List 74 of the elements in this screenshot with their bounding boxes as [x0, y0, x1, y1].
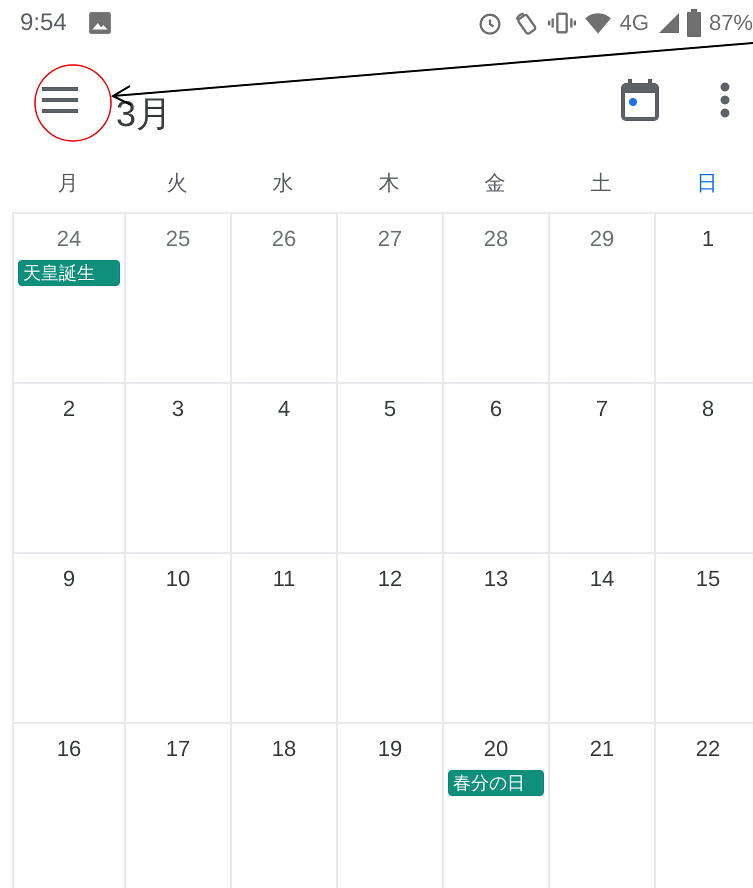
event-chip[interactable]: 天皇誕生: [18, 260, 120, 286]
day-number: 12: [378, 566, 402, 592]
day-number: 13: [484, 566, 508, 592]
day-number: 8: [702, 396, 714, 422]
weekday-label: 日: [696, 170, 718, 197]
day-cell[interactable]: 19: [336, 724, 442, 888]
day-number: 26: [272, 226, 296, 252]
day-number: 27: [378, 226, 402, 252]
day-cell[interactable]: 3: [124, 384, 230, 554]
day-cell[interactable]: 29: [548, 214, 654, 384]
battery-percent: 87%: [708, 10, 753, 36]
signal-icon: [656, 11, 679, 35]
day-cell[interactable]: 26: [230, 214, 336, 384]
day-cell[interactable]: 27: [336, 214, 442, 384]
day-cell[interactable]: 12: [336, 554, 442, 724]
weekday-label: 火: [166, 170, 188, 197]
day-cell[interactable]: 21: [548, 724, 654, 888]
day-number: 6: [490, 396, 502, 422]
day-number: 2: [62, 396, 76, 422]
day-number: 14: [590, 566, 614, 592]
day-cell[interactable]: 20 春分の日: [442, 724, 548, 888]
weekday-label: 水: [272, 170, 294, 197]
day-cell[interactable]: 6: [442, 384, 548, 554]
day-number: 24: [56, 226, 82, 252]
day-number: 29: [590, 226, 614, 252]
day-number: 17: [166, 736, 190, 762]
weekday-label: 土: [590, 170, 612, 197]
event-chip[interactable]: 春分の日: [448, 770, 544, 796]
calendar-button[interactable]: [621, 79, 659, 121]
day-cell[interactable]: 14: [548, 554, 654, 724]
day-cell[interactable]: 17: [124, 724, 230, 888]
day-cell[interactable]: 7: [548, 384, 654, 554]
day-number: 18: [272, 736, 296, 762]
menu-button[interactable]: [40, 85, 80, 115]
day-cell[interactable]: 4: [230, 384, 336, 554]
day-cell[interactable]: 25: [124, 214, 230, 384]
weekday-label: 金: [484, 170, 506, 197]
image-icon: [86, 10, 113, 36]
day-number: 3: [172, 396, 184, 422]
day-cell[interactable]: 2: [12, 384, 124, 554]
status-time: 9:54: [20, 9, 67, 37]
day-number: 22: [696, 736, 720, 762]
day-number: 20: [484, 736, 508, 762]
day-number: 11: [272, 566, 296, 592]
day-number: 21: [590, 736, 614, 762]
day-number: 28: [484, 226, 508, 252]
day-number: 10: [166, 566, 190, 592]
day-cell[interactable]: 8: [654, 384, 753, 554]
day-cell[interactable]: 16: [12, 724, 124, 888]
day-cell[interactable]: 22: [654, 724, 753, 888]
day-number: 16: [56, 736, 82, 762]
weekday-label: 月: [58, 170, 78, 197]
day-number: 19: [378, 736, 402, 762]
day-number: 1: [702, 226, 714, 252]
day-number: 4: [278, 396, 290, 422]
day-number: 7: [596, 396, 608, 422]
battery-icon: [686, 9, 701, 37]
weekday-label: 木: [378, 170, 400, 197]
day-number: 9: [62, 566, 76, 592]
day-cell[interactable]: 13: [442, 554, 548, 724]
day-cell[interactable]: 11: [230, 554, 336, 724]
day-number: 25: [166, 226, 190, 252]
day-cell[interactable]: 5: [336, 384, 442, 554]
day-number: 15: [696, 566, 720, 592]
day-cell[interactable]: 9: [12, 554, 124, 724]
day-cell[interactable]: 18: [230, 724, 336, 888]
day-cell[interactable]: 24 天皇誕生: [12, 214, 124, 384]
day-cell[interactable]: 15: [654, 554, 753, 724]
more-options-button[interactable]: [719, 82, 731, 118]
day-cell[interactable]: 28: [442, 214, 548, 384]
network-type: 4G: [620, 10, 649, 36]
day-cell[interactable]: 10: [124, 554, 230, 724]
day-cell[interactable]: 1: [654, 214, 753, 384]
day-number: 5: [384, 396, 396, 422]
